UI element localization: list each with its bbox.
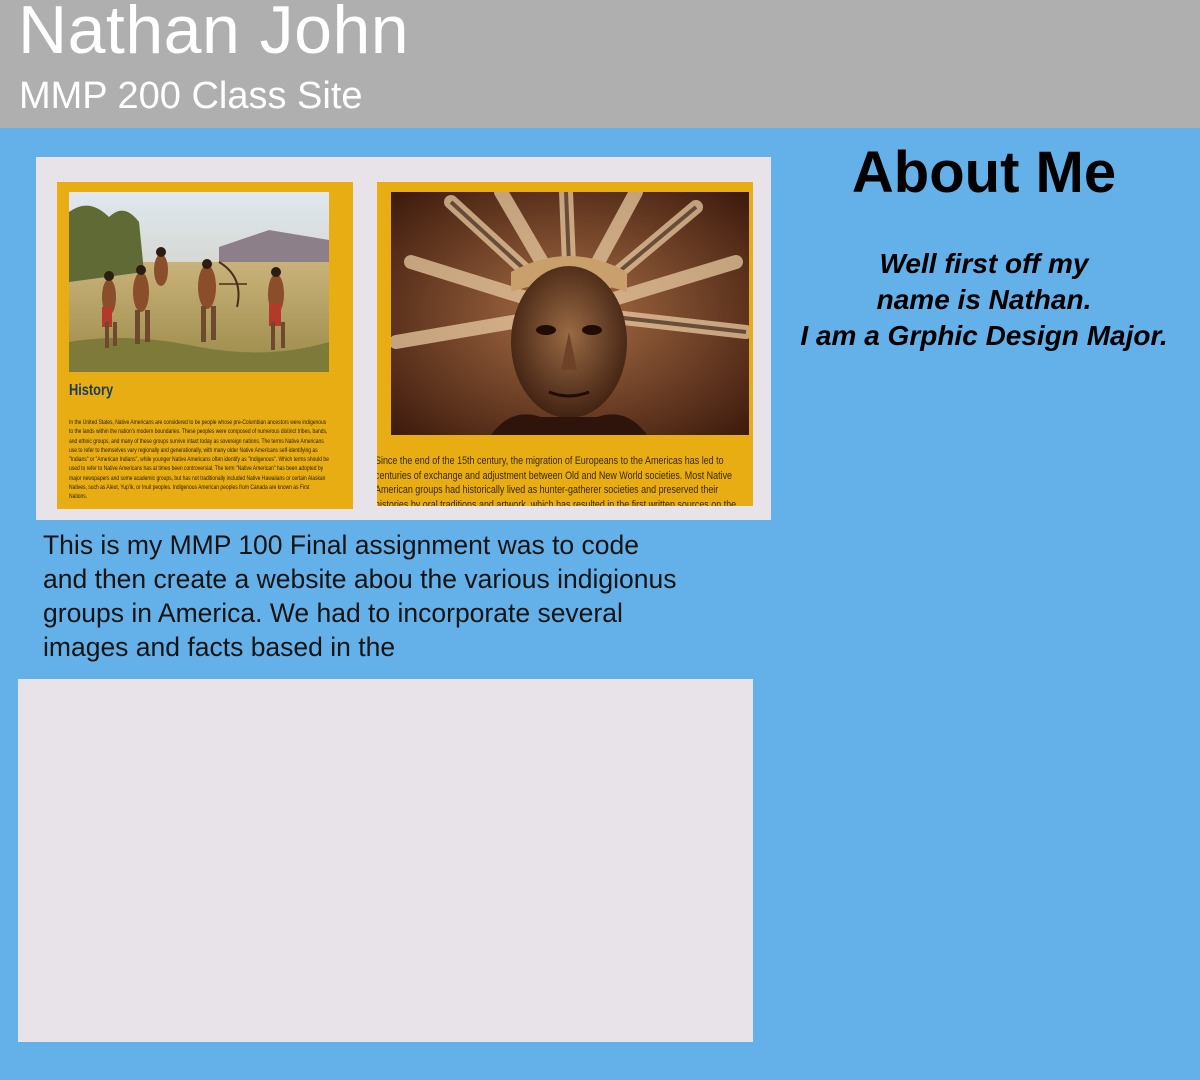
chief-portrait-image — [391, 192, 749, 435]
site-header: Nathan John MMP 200 Class Site — [0, 0, 1200, 128]
history-body-text: In the United States, Native Americans a… — [69, 419, 329, 501]
history-card[interactable]: History In the United States, Native Ame… — [57, 182, 353, 509]
empty-content-panel — [18, 679, 753, 1042]
site-subtitle: MMP 200 Class Site — [19, 75, 363, 117]
chief-caption-text: Since the end of the 15th century, the m… — [377, 455, 737, 506]
about-line: name is Nathan. — [876, 284, 1092, 315]
project-screenshot-panel: History In the United States, Native Ame… — [36, 157, 771, 520]
about-line: I am a Grphic Design Major. — [800, 320, 1168, 351]
project-description: This is my MMP 100 Final assignment was … — [43, 530, 677, 662]
about-line: Well first off my — [879, 248, 1089, 279]
chief-card[interactable]: Since the end of the 15th century, the m… — [377, 182, 753, 506]
about-text: Well first off my name is Nathan. I am a… — [784, 246, 1184, 354]
warriors-painting-image — [69, 192, 329, 372]
about-title: About Me — [851, 140, 1117, 205]
site-title: Nathan John — [18, 0, 410, 68]
history-heading: History — [69, 382, 114, 399]
